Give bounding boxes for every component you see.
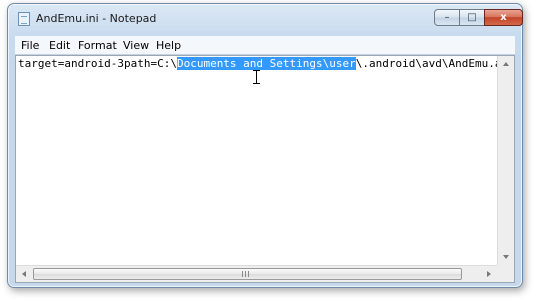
maximize-button[interactable]: □ [459, 9, 485, 26]
window-title: AndEmu.ini - Notepad [36, 12, 157, 25]
thumb-grip-icon [242, 271, 250, 277]
scroll-down-arrow-icon[interactable] [503, 255, 509, 259]
close-button[interactable]: x [484, 9, 523, 26]
menu-view[interactable]: View [123, 39, 149, 52]
minimize-button[interactable]: – [434, 9, 460, 26]
horizontal-scroll-thumb[interactable] [33, 268, 462, 280]
scroll-left-arrow-icon[interactable] [22, 271, 26, 277]
text-line[interactable]: target=android-3path=C:\Documents and Se… [18, 57, 515, 71]
menu-edit[interactable]: Edit [49, 39, 70, 52]
scroll-up-arrow-icon[interactable] [503, 62, 509, 66]
scrollbar-corner [497, 265, 514, 282]
notepad-icon [18, 12, 30, 26]
menu-file[interactable]: File [21, 39, 39, 52]
notepad-window: AndEmu.ini - Notepad – □ x File Edit For… [7, 3, 523, 288]
maximize-icon: □ [467, 11, 477, 23]
text-after-selection: \.android\avd\AndEmu.avd [355, 57, 515, 70]
minimize-icon: – [444, 11, 450, 23]
text-before-selection: target=android-3path=C:\ [18, 57, 177, 70]
vertical-scrollbar[interactable] [497, 56, 514, 265]
menu-format[interactable]: Format [78, 39, 117, 52]
text-editor[interactable]: target=android-3path=C:\Documents and Se… [15, 55, 515, 283]
scroll-right-arrow-icon[interactable] [487, 271, 491, 277]
menu-bar: File Edit Format View Help [15, 36, 515, 55]
selected-text: Documents and Settings\user [176, 57, 356, 70]
close-icon: x [500, 11, 507, 23]
horizontal-scrollbar[interactable] [16, 265, 497, 282]
ibeam-cursor-icon [253, 70, 260, 84]
menu-help[interactable]: Help [156, 39, 181, 52]
title-bar[interactable]: AndEmu.ini - Notepad – □ x [8, 4, 523, 34]
